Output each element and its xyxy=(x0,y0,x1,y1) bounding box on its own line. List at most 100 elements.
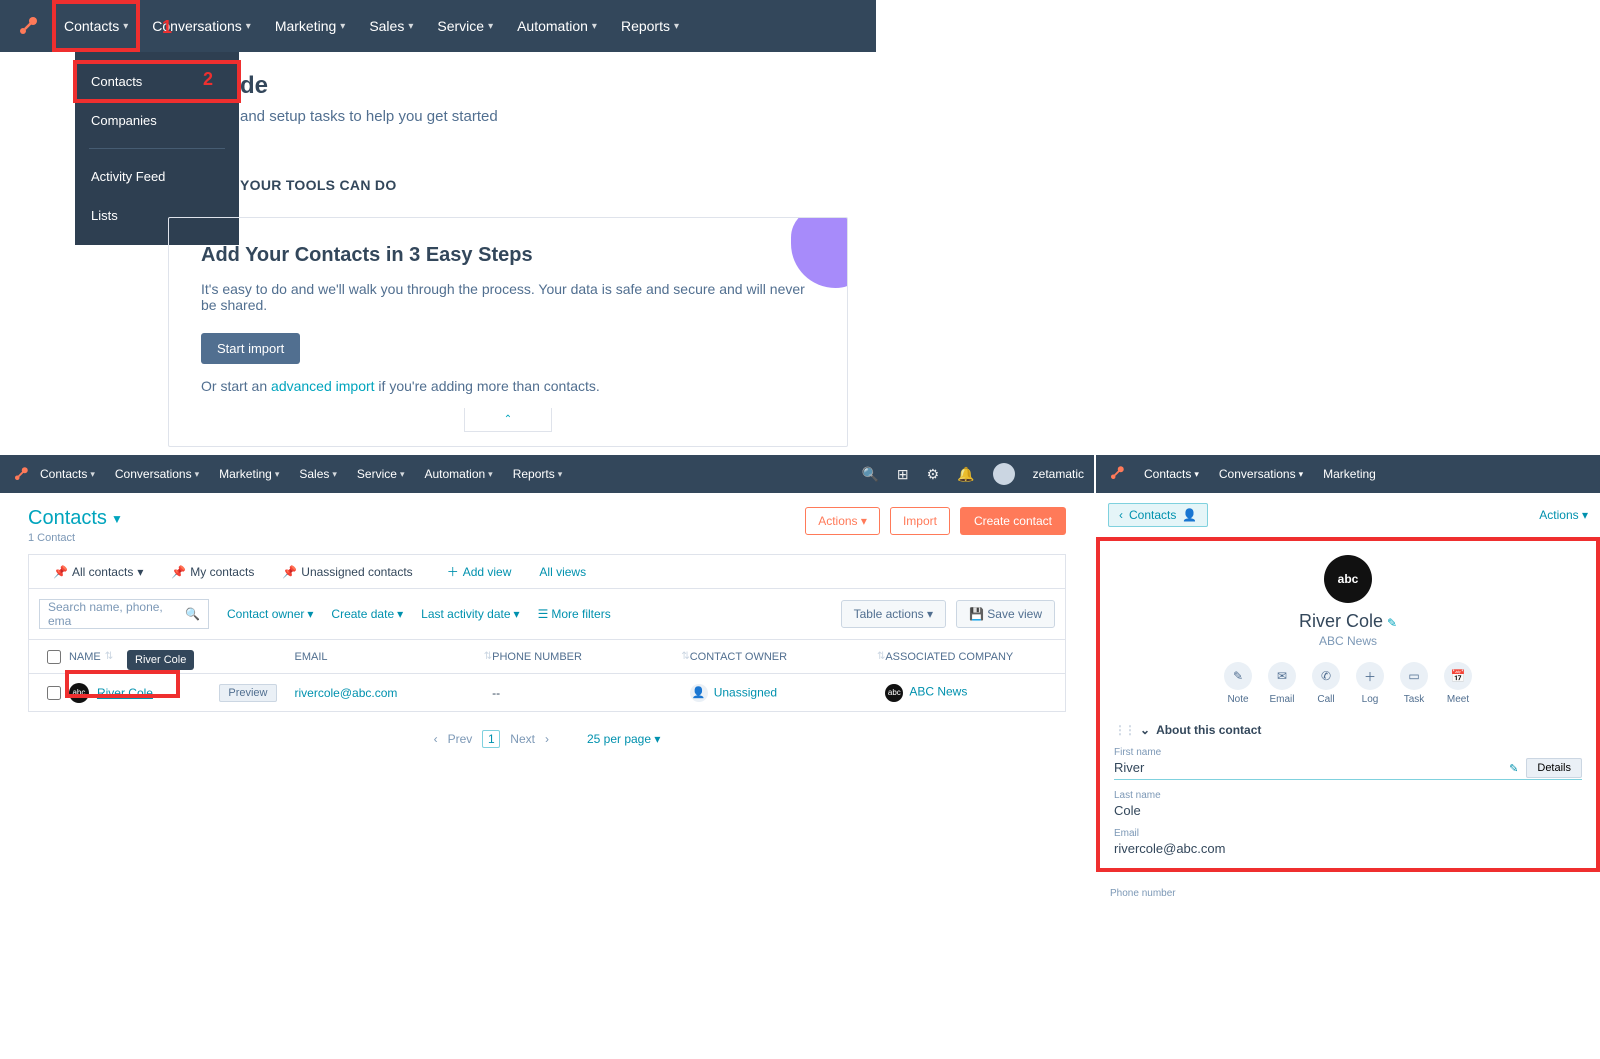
caret-down-icon: ▾ xyxy=(397,607,403,621)
contact-email[interactable]: rivercole@abc.com xyxy=(295,686,493,700)
nav-item-contacts[interactable]: Contacts▾ xyxy=(1134,467,1209,481)
nav-item-conversations[interactable]: Conversations▾ xyxy=(140,0,263,52)
nav-item-reports[interactable]: Reports▾ xyxy=(609,0,691,52)
associated-company[interactable]: abcABC News xyxy=(885,684,1055,702)
phone-icon: ✆ xyxy=(1312,662,1340,690)
drag-handle-icon[interactable]: ⋮⋮ xyxy=(1114,723,1134,737)
tab-unassigned-contacts[interactable]: 📌Unassigned contacts xyxy=(268,555,426,589)
column-phone[interactable]: PHONE NUMBER ⇅ xyxy=(492,651,690,663)
import-button[interactable]: Import xyxy=(890,507,950,535)
tab-all-views[interactable]: All views xyxy=(525,555,600,589)
nav-item-contacts[interactable]: Contacts▾ xyxy=(52,0,140,52)
field-label-email: Email xyxy=(1114,828,1582,839)
notifications-bell-icon[interactable]: 🔔 xyxy=(957,466,974,483)
card-or-line: Or start an advanced import if you're ad… xyxy=(201,378,815,394)
search-icon[interactable]: 🔍 xyxy=(861,466,878,483)
nav-item-automation[interactable]: Automation▾ xyxy=(505,0,609,52)
pager-next-caret[interactable]: › xyxy=(545,732,549,746)
pager-prev[interactable]: Prev xyxy=(448,732,473,746)
nav-item-marketing[interactable]: Marketing▾ xyxy=(263,0,358,52)
column-associated-company[interactable]: ASSOCIATED COMPANY xyxy=(885,651,1055,663)
card-title: Add Your Contacts in 3 Easy Steps xyxy=(201,244,815,267)
dropdown-item-activity-feed[interactable]: Activity Feed xyxy=(75,157,239,196)
filter-more[interactable]: ☰More filters xyxy=(538,607,611,621)
pager-prev-caret[interactable]: ‹ xyxy=(434,732,438,746)
page-subtitle-fragment: and setup tasks to help you get started xyxy=(240,108,876,125)
contacts-count: 1 Contact xyxy=(28,532,123,544)
nav-item-service[interactable]: Service▾ xyxy=(425,0,505,52)
screenshot-2-contacts-table: Contacts▾ Conversations▾ Marketing▾ Sale… xyxy=(0,455,1094,745)
nav-item-conversations[interactable]: Conversations▾ xyxy=(105,455,209,493)
filters-bar: Search name, phone, ema🔍 Contact owner▾ … xyxy=(28,588,1066,640)
about-section-header[interactable]: ⋮⋮ ⌄ About this contact xyxy=(1114,723,1582,737)
action-task[interactable]: ▭Task xyxy=(1400,662,1428,705)
action-email[interactable]: ✉Email xyxy=(1268,662,1296,705)
nav-item-automation[interactable]: Automation▾ xyxy=(414,455,502,493)
page-title[interactable]: Contacts▼ xyxy=(28,507,123,530)
action-note[interactable]: ✎Note xyxy=(1224,662,1252,705)
chevron-down-icon: ▾ xyxy=(674,21,679,32)
field-value-last-name[interactable]: Cole xyxy=(1114,803,1582,818)
tab-add-view[interactable]: ＋Add view xyxy=(433,555,526,589)
settings-gear-icon[interactable]: ⚙ xyxy=(927,466,940,483)
action-log[interactable]: ＋Log xyxy=(1356,662,1384,705)
annotation-step-2: 2 xyxy=(203,69,213,90)
nav-item-sales[interactable]: Sales▾ xyxy=(289,455,347,493)
filter-contact-owner[interactable]: Contact owner▾ xyxy=(227,607,313,621)
nav-item-reports[interactable]: Reports▾ xyxy=(503,455,573,493)
back-to-contacts-button[interactable]: ‹Contacts👤 xyxy=(1108,503,1208,527)
plus-icon: ＋ xyxy=(447,563,459,580)
actions-dropdown[interactable]: Actions ▾ xyxy=(1539,508,1588,522)
filter-last-activity[interactable]: Last activity date▾ xyxy=(421,607,519,621)
nav-item-conversations[interactable]: Conversations▾ xyxy=(1209,467,1313,481)
details-button[interactable]: Details xyxy=(1526,758,1582,778)
pager-current-page[interactable]: 1 xyxy=(482,730,500,748)
tab-my-contacts[interactable]: 📌My contacts xyxy=(157,555,268,589)
start-import-button[interactable]: Start import xyxy=(201,333,300,364)
page-title-fragment: de xyxy=(240,72,876,100)
advanced-import-link[interactable]: advanced import xyxy=(271,378,375,394)
tab-all-contacts[interactable]: 📌All contacts▾ xyxy=(39,555,157,589)
nav-item-sales[interactable]: Sales▾ xyxy=(357,0,425,52)
user-avatar[interactable] xyxy=(993,463,1015,485)
row-checkbox[interactable] xyxy=(47,686,61,700)
save-view-button[interactable]: 💾 Save view xyxy=(956,600,1055,628)
collapse-toggle[interactable]: ⌃ xyxy=(464,408,552,432)
actions-button[interactable]: Actions ▾ xyxy=(805,507,880,535)
chevron-down-icon: ▾ xyxy=(488,21,493,32)
filter-create-date[interactable]: Create date▾ xyxy=(331,607,403,621)
caret-down-icon: ▾ xyxy=(307,607,313,621)
caret-down-icon: ▾ xyxy=(861,514,867,528)
nav-item-contacts[interactable]: Contacts▾ xyxy=(30,455,105,493)
user-name[interactable]: zetamatic xyxy=(1033,467,1084,481)
search-input[interactable]: Search name, phone, ema🔍 xyxy=(39,599,209,629)
pager-next[interactable]: Next xyxy=(510,732,535,746)
chevron-up-icon: ⌃ xyxy=(504,414,512,425)
caret-down-icon: ▼ xyxy=(111,512,123,526)
dropdown-item-companies[interactable]: Companies xyxy=(75,101,239,140)
pager-per-page[interactable]: 25 per page ▾ xyxy=(587,732,660,746)
search-icon: 🔍 xyxy=(185,607,200,621)
dropdown-item-contacts[interactable]: Contacts xyxy=(75,62,239,101)
nav-item-service[interactable]: Service▾ xyxy=(347,455,415,493)
table-actions-button[interactable]: Table actions ▾ xyxy=(841,600,946,628)
action-meet[interactable]: 📅Meet xyxy=(1444,662,1472,705)
field-value-email[interactable]: rivercole@abc.com xyxy=(1114,841,1582,856)
create-contact-button[interactable]: Create contact xyxy=(960,507,1066,535)
action-call[interactable]: ✆Call xyxy=(1312,662,1340,705)
edit-pencil-icon[interactable]: ✎ xyxy=(1387,616,1397,630)
contact-owner[interactable]: 👤Unassigned xyxy=(690,684,886,702)
nav-item-marketing[interactable]: Marketing xyxy=(1313,467,1386,481)
contact-actions-row: ✎Note ✉Email ✆Call ＋Log ▭Task 📅Meet xyxy=(1114,662,1582,705)
task-icon: ▭ xyxy=(1400,662,1428,690)
marketplace-icon[interactable]: ⊞ xyxy=(897,466,909,483)
preview-button[interactable]: Preview xyxy=(219,684,276,702)
select-all-checkbox[interactable] xyxy=(47,650,61,664)
contact-avatar: abc xyxy=(1324,555,1372,603)
edit-pencil-icon[interactable]: ✎ xyxy=(1509,762,1518,775)
nav-item-marketing[interactable]: Marketing▾ xyxy=(209,455,289,493)
contact-name-link[interactable]: River Cole xyxy=(97,686,153,700)
column-contact-owner[interactable]: CONTACT OWNER ⇅ xyxy=(690,651,886,663)
chevron-down-icon: ▾ xyxy=(408,21,413,32)
column-email[interactable]: EMAIL ⇅ xyxy=(295,651,493,663)
